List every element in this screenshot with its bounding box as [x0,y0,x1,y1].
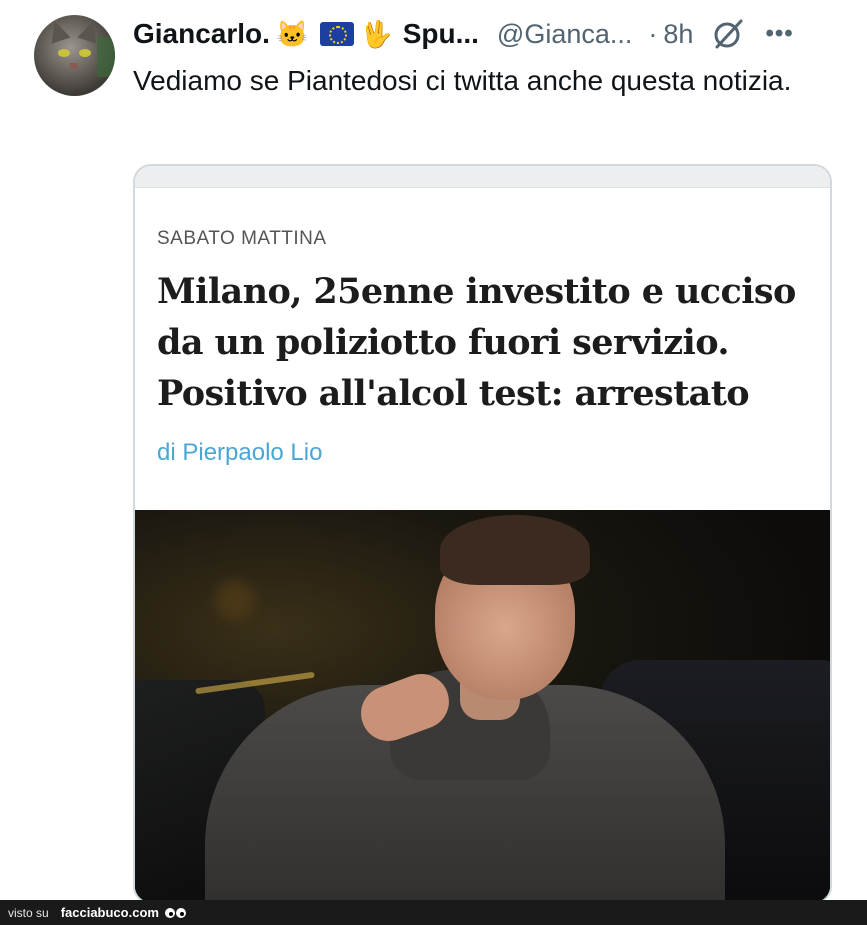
article-kicker: SABATO MATTINA [157,228,327,249]
avatar-cat-eye-left [58,49,70,57]
eyes-icon [164,907,187,918]
tweet-timestamp[interactable]: 8h [663,19,693,50]
photo-person-hair [440,515,590,585]
article-author: di Pierpaolo Lio [157,439,323,466]
avatar-cat-nose [70,63,78,69]
author-name[interactable]: Giancarlo. [133,18,270,50]
eu-flag-icon [320,22,355,46]
avatar-cat-eye-right [79,49,91,57]
more-options-icon[interactable]: ••• [765,20,793,48]
author-name-suffix[interactable]: Spu... [403,18,479,50]
avatar-background-foliage [97,37,115,77]
article-photo [135,510,830,902]
watermark-prefix: visto su [8,905,49,920]
author-avatar[interactable] [34,15,115,96]
cat-face-icon: 🐱 [275,18,309,49]
card-top-band [135,166,830,188]
tweet-header: Giancarlo. 🐱 🖖 Spu... @Gianca... · 8h ••… [133,14,853,54]
separator-dot: · [648,18,658,49]
grok-icon[interactable] [711,17,745,51]
photo-bokeh-light [215,580,255,620]
watermark-bar: visto su facciabuco.com [0,900,867,925]
watermark-brand: facciabuco.com [60,905,159,920]
link-preview-card[interactable]: SABATO MATTINA Milano, 25enne investito … [133,164,832,904]
vulcan-salute-icon: 🖖 [360,18,393,49]
article-headline: Milano, 25enne investito e ucciso da un … [157,271,796,414]
tweet-text: Vediamo se Piantedosi ci twitta anche qu… [133,65,792,96]
avatar-cat-ear-left [45,18,71,44]
author-handle[interactable]: @Gianca... [497,19,632,50]
